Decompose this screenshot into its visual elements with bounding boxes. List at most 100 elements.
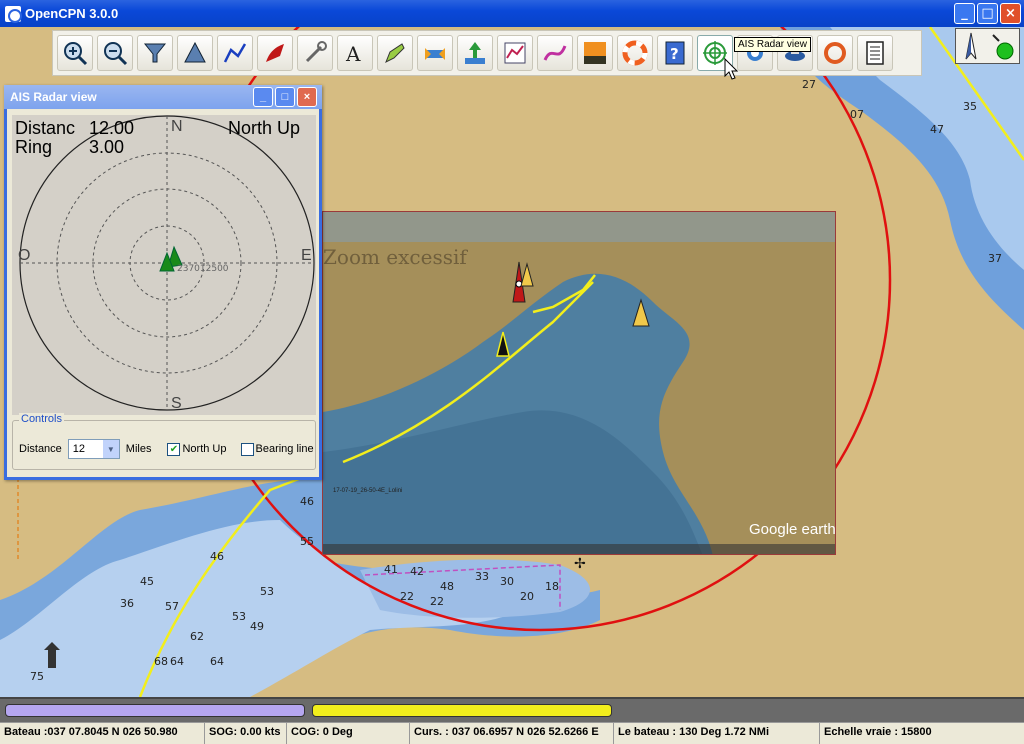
svg-text:41: 41 [384,563,398,576]
curve-icon [543,45,567,61]
text-button[interactable]: A [337,35,373,71]
window-controls: _ □ × [954,3,1021,24]
svg-text:53: 53 [232,610,246,623]
text-icon: A [345,42,361,66]
bearing-line-label: Bearing line [255,443,314,455]
route-manager-button[interactable] [377,35,413,71]
compass-status[interactable] [955,28,1020,64]
svg-text:42: 42 [410,565,424,578]
svg-text:37: 37 [988,252,1002,265]
create-route-button[interactable] [217,35,253,71]
ais-close-button[interactable]: × [297,87,317,107]
north-arrow-icon [965,32,977,60]
svg-text:22: 22 [430,595,444,608]
units-label: Miles [125,443,152,455]
chart-quilt-bar-1[interactable] [5,704,305,717]
zoom-in-button[interactable] [57,35,93,71]
svg-text:64: 64 [170,655,184,668]
route-icon [223,43,247,63]
lifebuoy-2-icon [824,42,846,64]
compass-east: E [301,247,312,264]
minimize-button[interactable]: _ [954,3,975,24]
tide-button[interactable] [457,35,493,71]
help-button[interactable]: ? [657,35,693,71]
document-icon [866,41,884,65]
north-up-label: North Up [182,443,227,455]
man-overboard-button[interactable] [617,35,653,71]
quilt-button[interactable] [537,35,573,71]
settings-button[interactable] [297,35,333,71]
opencpn-logo-icon [5,5,22,23]
night-mode-button[interactable] [577,35,613,71]
svg-text:✢: ✢ [574,556,586,572]
svg-text:46: 46 [300,495,314,508]
status-sog: SOG: 0.00 kts [205,723,287,744]
mouse-cursor-icon [724,58,738,80]
svg-text:49: 49 [250,620,264,633]
current-button[interactable] [497,35,533,71]
tide-icon [465,42,485,64]
google-earth-overlay[interactable]: Zoom excessif Google earth 17-07-19_26-5… [322,211,836,555]
compass-west: O [18,247,31,264]
svg-text:68: 68 [154,655,168,668]
chevron-down-icon: ▼ [102,440,119,458]
compass-north: N [171,118,183,135]
ais-minimize-button[interactable]: _ [253,87,273,107]
svg-text:64: 64 [210,655,224,668]
ring-readout: 3.00 [89,137,125,157]
zoom-out-button[interactable] [97,35,133,71]
chart-graph-icon [504,42,526,64]
ais-radar-title: AIS Radar view [10,90,97,104]
track-label: 17-07-19_26-50-4E_Lolini [333,488,402,494]
pencil-icon [385,43,405,64]
maximize-button[interactable]: □ [977,3,998,24]
scale-out-button[interactable] [177,35,213,71]
compass-south: S [171,395,182,412]
radar-controls: Controls Distance 12 ▼ Miles ✔ North Up … [12,413,316,470]
svg-text:57: 57 [165,600,179,613]
track-button[interactable] [257,35,293,71]
check-icon: ✔ [167,442,181,456]
ais-radar-titlebar[interactable]: AIS Radar view _ □ × [4,85,322,109]
satellite-image: Zoom excessif Google earth 17-07-19_26-5… [323,212,836,554]
svg-text:53: 53 [260,585,274,598]
scale-in-button[interactable] [137,35,173,71]
radar-scope: 237012500 [19,115,315,411]
print-button[interactable] [857,35,893,71]
zoom-warning-text: Zoom excessif [323,245,468,269]
google-earth-watermark: Google earth [749,521,836,538]
title-bar: OpenCPN 3.0.0 _ □ × [0,0,1024,27]
close-button[interactable]: × [1000,3,1021,24]
svg-text:48: 48 [440,580,454,593]
distance-label: Distance [19,443,62,455]
zoom-in-icon [64,42,88,66]
svg-text:47: 47 [930,123,944,136]
chart-quilt-bar-2[interactable] [312,704,612,717]
status-cursor: Curs. : 037 06.6957 N 026 52.6266 E [410,723,614,744]
ais-maximize-button[interactable]: □ [275,87,295,107]
svg-text:75: 75 [30,670,44,683]
bearing-line-checkbox[interactable]: Bearing line [240,442,314,456]
wreck-icon: ✢ [574,556,586,572]
ring-caption: Ring [15,137,53,157]
svg-text:22: 22 [400,590,414,603]
orientation-readout: North Up [228,118,301,138]
ais-button[interactable] [417,35,453,71]
distance-select[interactable]: 12 ▼ [67,439,120,459]
svg-text:46: 46 [210,550,224,563]
north-up-checkbox[interactable]: ✔ North Up [167,442,227,456]
zoom-out-icon [104,42,128,66]
svg-text:35: 35 [963,100,977,113]
controls-legend: Controls [19,413,64,425]
svg-text:20: 20 [520,590,534,603]
svg-text:36: 36 [120,597,134,610]
svg-text:07: 07 [850,108,864,121]
ais-arrows-icon [425,48,445,60]
svg-text:45: 45 [140,575,154,588]
distance-readout: 12.00 [89,118,135,138]
radar-display[interactable]: 237012500 Distanc 12.00 Ring 3.00 North … [12,115,316,415]
lifebuoy-button[interactable] [817,35,853,71]
svg-text:62: 62 [190,630,204,643]
toolbar-tooltip: AIS Radar view [734,37,811,52]
status-scale: Echelle vraie : 15800 [824,726,932,738]
